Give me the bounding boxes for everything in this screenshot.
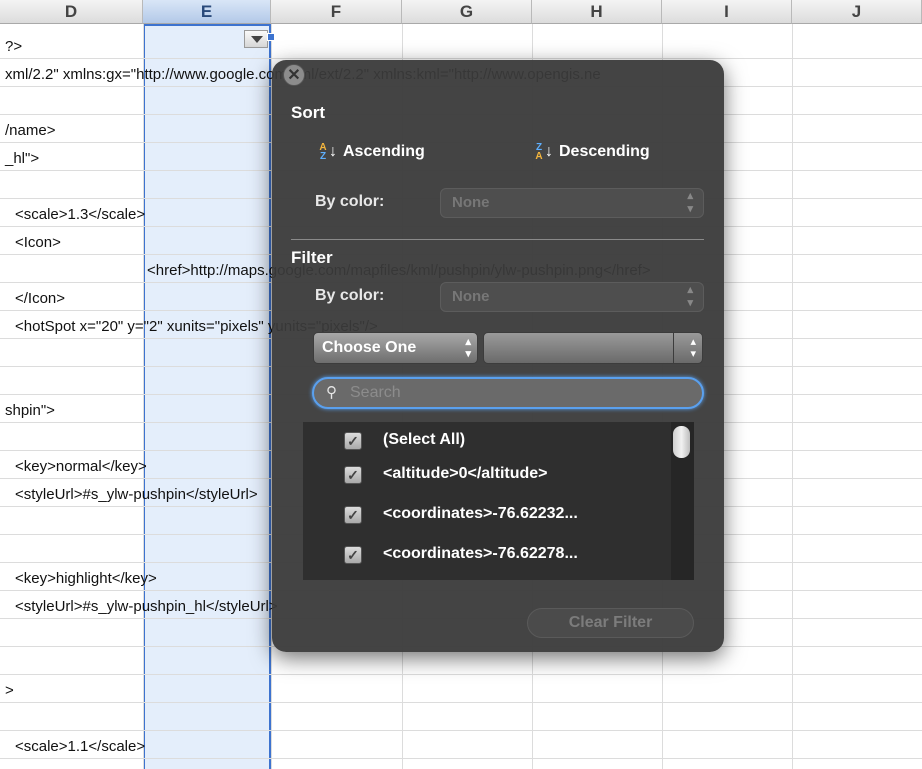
sort-by-color-label: By color: bbox=[315, 193, 385, 210]
cell-text[interactable]: <scale>1.1</scale> bbox=[15, 737, 145, 757]
checkmark-icon[interactable]: ✓ bbox=[344, 432, 362, 450]
sort-a-z-icon: AZ bbox=[319, 142, 327, 162]
filter-values-list[interactable]: ✓ (Select All) ✓ <altitude>0</altitude> … bbox=[303, 422, 694, 580]
filter-search-input[interactable]: ⚲ Search bbox=[312, 377, 704, 409]
column-header-i[interactable]: I bbox=[662, 0, 792, 24]
gridline-row bbox=[0, 758, 922, 759]
cell-text[interactable]: </Icon> bbox=[15, 289, 65, 309]
cell-text[interactable]: > bbox=[5, 681, 14, 701]
column-header-f[interactable]: F bbox=[271, 0, 402, 24]
list-item[interactable]: ✓ (Select All) bbox=[303, 424, 673, 458]
checkmark-icon[interactable]: ✓ bbox=[344, 466, 362, 484]
cell-text[interactable]: <styleUrl>#s_ylw-pushpin</styleUrl> bbox=[15, 485, 258, 505]
stepper-icon: ▴ ▾ bbox=[465, 336, 471, 360]
cell-text[interactable]: <scale>1.3</scale> bbox=[15, 205, 145, 225]
scrollbar-thumb[interactable] bbox=[673, 426, 690, 458]
selection-top-border bbox=[143, 24, 271, 26]
column-header-h[interactable]: H bbox=[532, 0, 662, 24]
filter-condition-label: Choose One bbox=[322, 339, 417, 356]
section-divider bbox=[291, 239, 704, 240]
sort-z-a-icon: ZA bbox=[535, 142, 543, 162]
cell-text[interactable]: ?> bbox=[5, 37, 22, 57]
close-icon[interactable]: ✕ bbox=[283, 64, 305, 86]
ascending-label: Ascending bbox=[343, 143, 425, 161]
gridline-col bbox=[792, 24, 793, 769]
cell-text[interactable]: <key>normal</key> bbox=[15, 457, 147, 477]
cell-text[interactable]: <key>highlight</key> bbox=[15, 569, 157, 589]
cell-text[interactable]: /name> bbox=[5, 121, 55, 141]
gridline-row bbox=[0, 730, 922, 731]
arrow-down-icon: ↓ bbox=[545, 143, 553, 160]
selected-column-e[interactable] bbox=[143, 24, 271, 769]
stepper-icon: ▴ ▾ bbox=[687, 190, 693, 215]
selection-handle[interactable] bbox=[267, 33, 275, 41]
stepper-icon: ▴ ▾ bbox=[687, 284, 693, 309]
cell-text[interactable]: <styleUrl>#s_ylw-pushpin_hl</styleUrl> bbox=[15, 597, 278, 617]
filter-condition-select[interactable]: Choose One ▴ ▾ bbox=[313, 332, 478, 364]
cell-text[interactable]: _hl"> bbox=[5, 149, 39, 169]
list-item-label: <coordinates>-76.62278... bbox=[383, 545, 578, 562]
gridline-row bbox=[0, 674, 922, 675]
list-item[interactable]: ✓ <coordinates>-76.62232... bbox=[303, 498, 673, 532]
list-item-label: <coordinates>-76.62232... bbox=[383, 505, 578, 522]
search-icon: ⚲ bbox=[326, 384, 337, 401]
descending-label: Descending bbox=[559, 143, 650, 161]
gridline-col bbox=[143, 24, 144, 769]
sort-by-color-value: None bbox=[452, 194, 490, 211]
cell-text[interactable]: shpin"> bbox=[5, 401, 55, 421]
filter-by-color-value: None bbox=[452, 288, 490, 305]
sort-ascending-button[interactable]: A Z ↓ Ascending bbox=[317, 142, 425, 162]
sort-heading: Sort bbox=[291, 103, 325, 122]
list-item-label: (Select All) bbox=[383, 431, 466, 448]
filter-heading: Filter bbox=[291, 248, 333, 267]
triangle-down-icon bbox=[251, 36, 263, 43]
sort-by-color-select[interactable]: None ▴ ▾ bbox=[440, 188, 704, 218]
filter-by-color-select[interactable]: None ▴ ▾ bbox=[440, 282, 704, 312]
cell-text[interactable]: <Icon> bbox=[15, 233, 61, 253]
column-filter-dropdown-button[interactable] bbox=[244, 30, 268, 48]
arrow-down-icon: ↓ bbox=[329, 143, 337, 160]
column-header-e[interactable]: E bbox=[143, 0, 271, 24]
checkmark-icon[interactable]: ✓ bbox=[344, 546, 362, 564]
checkmark-icon[interactable]: ✓ bbox=[344, 506, 362, 524]
column-header-j[interactable]: J bbox=[792, 0, 922, 24]
stepper-icon: ▴ ▾ bbox=[690, 336, 696, 360]
list-item[interactable]: ✓ <altitude>0</altitude> bbox=[303, 458, 673, 492]
clear-filter-button[interactable]: Clear Filter bbox=[527, 608, 694, 638]
sort-descending-button[interactable]: Z A ↓ Descending bbox=[533, 142, 650, 162]
column-header-d[interactable]: D bbox=[0, 0, 143, 24]
column-header-g[interactable]: G bbox=[402, 0, 532, 24]
list-scrollbar[interactable] bbox=[671, 422, 694, 580]
gridline-row bbox=[0, 58, 922, 59]
list-item[interactable]: ✓ <coordinates>-76.62278... bbox=[303, 538, 673, 572]
search-placeholder: Search bbox=[350, 384, 401, 401]
filter-value-select[interactable]: ▴ ▾ bbox=[483, 332, 703, 364]
list-item-label: <altitude>0</altitude> bbox=[383, 465, 548, 482]
stepper-divider bbox=[673, 333, 702, 363]
gridline-row bbox=[0, 702, 922, 703]
filter-by-color-label: By color: bbox=[315, 287, 385, 304]
